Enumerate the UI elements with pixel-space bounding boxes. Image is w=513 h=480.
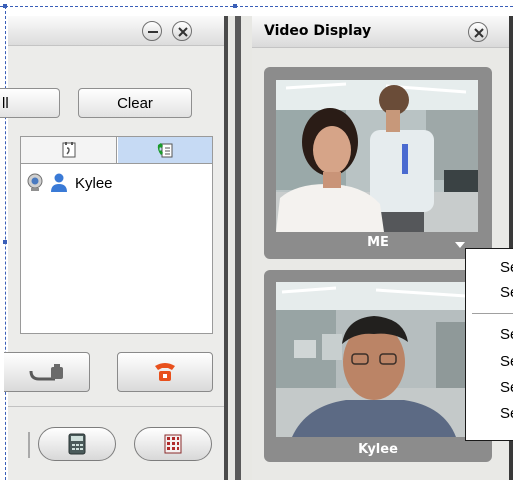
- remote-video-feed: [276, 282, 478, 437]
- calculator-icon: [68, 433, 86, 455]
- selection-handle[interactable]: [3, 240, 7, 244]
- phone-call-icon: [155, 363, 175, 381]
- panel-separator: [224, 16, 252, 480]
- keypad-icon: [164, 434, 182, 454]
- call-all-label: ll: [2, 94, 9, 112]
- selection-border-top: [0, 6, 513, 7]
- contacts-titlebar: [8, 16, 224, 46]
- panel-divider: [8, 406, 224, 407]
- contact-list: Kylee: [20, 136, 213, 334]
- office-scene-image: [276, 80, 478, 232]
- context-menu-separator: [472, 313, 513, 314]
- close-button[interactable]: [172, 21, 192, 41]
- splitter-handle[interactable]: [235, 16, 241, 480]
- video-close-button[interactable]: [468, 22, 488, 42]
- separator-bar: [224, 16, 228, 480]
- context-menu-item[interactable]: Se: [500, 405, 513, 422]
- hang-up-button[interactable]: [4, 352, 90, 392]
- selection-handle[interactable]: [233, 4, 237, 8]
- list-item[interactable]: Kylee: [25, 171, 113, 195]
- minus-icon: [148, 31, 158, 33]
- context-menu-item[interactable]: Se: [500, 379, 513, 396]
- tab-call-history[interactable]: [21, 137, 117, 163]
- local-video-feed: [276, 80, 478, 232]
- context-menu-item[interactable]: Se: [500, 284, 513, 301]
- close-icon: [474, 28, 484, 38]
- dialpad-button[interactable]: [38, 427, 116, 461]
- video-panel-title: Video Display: [264, 23, 372, 39]
- context-menu-item[interactable]: Se: [500, 259, 513, 276]
- video-context-menu: Se Se Se Se Se Se: [465, 248, 513, 441]
- video-titlebar: Video Display: [252, 16, 513, 48]
- call-history-icon: [62, 142, 75, 158]
- clear-label: Clear: [117, 94, 153, 112]
- contact-list-tabs: [21, 137, 212, 164]
- phone-hangup-icon: [29, 364, 63, 381]
- phonebook-icon: [157, 143, 173, 158]
- webcam-icon: [27, 173, 43, 191]
- context-menu-item[interactable]: Se: [500, 326, 513, 343]
- minimize-button[interactable]: [142, 21, 162, 41]
- call-all-button[interactable]: ll: [0, 88, 60, 118]
- user-icon: [51, 173, 67, 192]
- remote-office-image: [276, 282, 478, 437]
- keypad-button[interactable]: [134, 427, 212, 461]
- contact-name: Kylee: [75, 174, 113, 192]
- video-tile-kylee[interactable]: Kylee: [264, 270, 492, 462]
- contacts-panel: ll Clear Kylee: [0, 16, 224, 480]
- call-button[interactable]: [117, 352, 213, 392]
- tab-phonebook[interactable]: [118, 137, 212, 163]
- video-tile-me[interactable]: ME: [264, 67, 492, 259]
- close-icon: [178, 27, 188, 37]
- video-tile-label: Kylee: [358, 442, 398, 457]
- selection-handle[interactable]: [3, 4, 7, 8]
- context-menu-item[interactable]: Se: [500, 353, 513, 370]
- clear-button[interactable]: Clear: [78, 88, 192, 118]
- toolbar-grip: [28, 432, 30, 458]
